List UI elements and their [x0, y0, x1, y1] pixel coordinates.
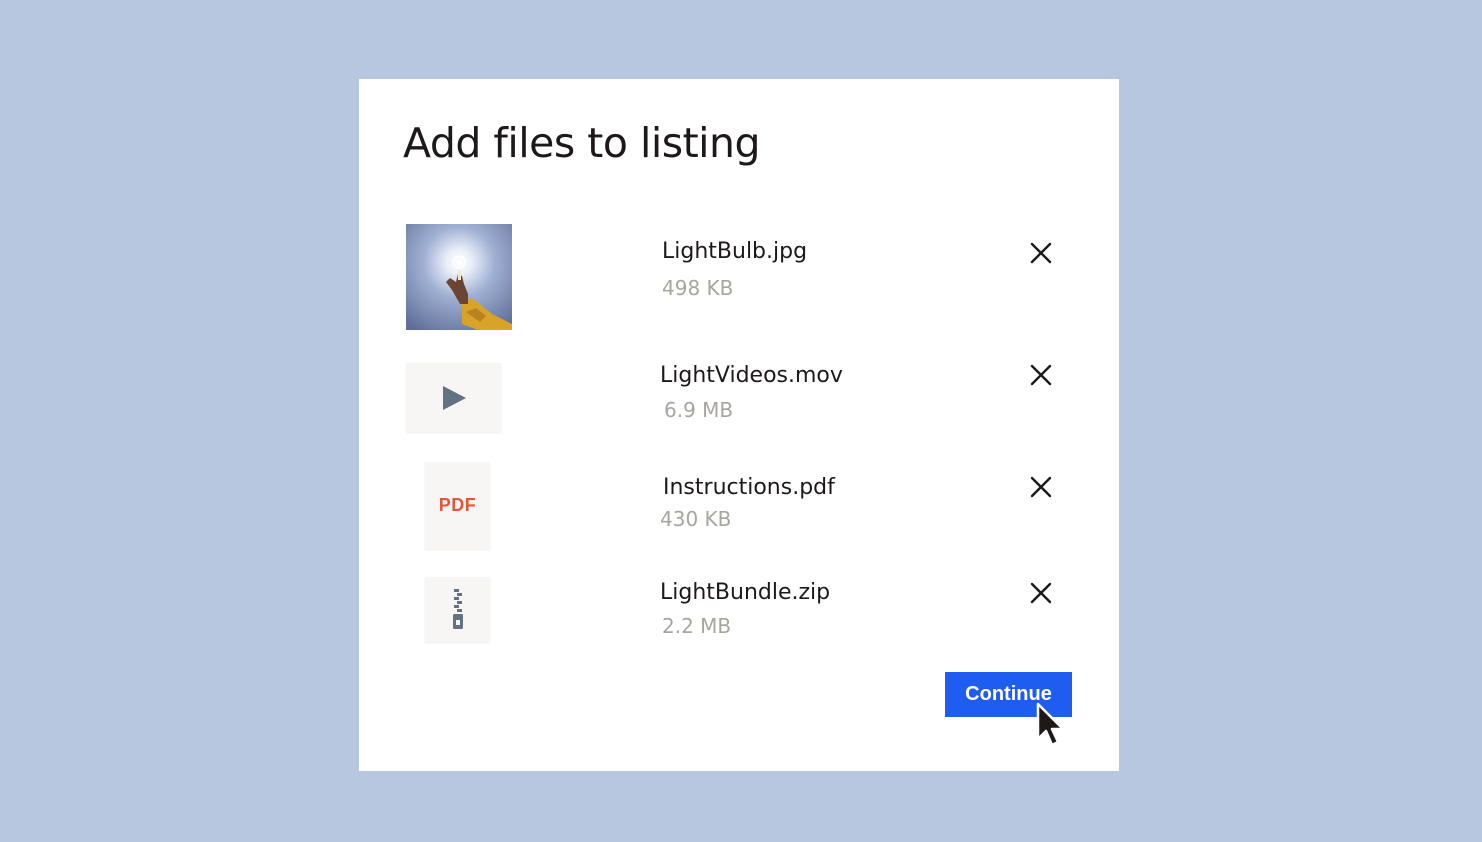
close-icon — [1030, 364, 1052, 386]
file-row: LightBundle.zip 2.2 MB — [359, 577, 1119, 643]
file-row: PDF Instructions.pdf 430 KB — [359, 462, 1119, 550]
close-icon — [1030, 476, 1052, 498]
play-icon — [442, 385, 466, 410]
add-files-dialog: Add files to listing LightBulb.jpg 498 K… — [359, 79, 1119, 771]
light-bulb-photo — [406, 224, 512, 330]
file-row: LightVideos.mov 6.9 MB — [359, 363, 1119, 433]
file-size: 6.9 MB — [664, 398, 734, 422]
file-size: 430 KB — [660, 507, 732, 531]
close-icon — [1030, 582, 1052, 604]
file-size: 498 KB — [662, 276, 734, 300]
pdf-thumbnail: PDF — [425, 462, 490, 549]
file-name: LightBulb.jpg — [662, 239, 808, 264]
file-row: LightBulb.jpg 498 KB — [359, 224, 1119, 331]
remove-file-button[interactable] — [1026, 472, 1056, 502]
file-name: LightBundle.zip — [660, 580, 831, 605]
file-name: LightVideos.mov — [660, 363, 843, 388]
remove-file-button[interactable] — [1026, 238, 1056, 268]
close-icon — [1030, 242, 1052, 264]
dialog-title: Add files to listing — [403, 119, 761, 167]
zip-thumbnail — [425, 577, 490, 642]
video-thumbnail — [406, 363, 501, 432]
file-name: Instructions.pdf — [663, 475, 835, 500]
file-size: 2.2 MB — [662, 614, 732, 638]
remove-file-button[interactable] — [1026, 360, 1056, 390]
remove-file-button[interactable] — [1026, 578, 1056, 608]
image-thumbnail — [406, 224, 512, 330]
zip-icon — [452, 588, 463, 629]
pdf-icon: PDF — [438, 495, 477, 515]
continue-button[interactable]: Continue — [945, 672, 1072, 717]
